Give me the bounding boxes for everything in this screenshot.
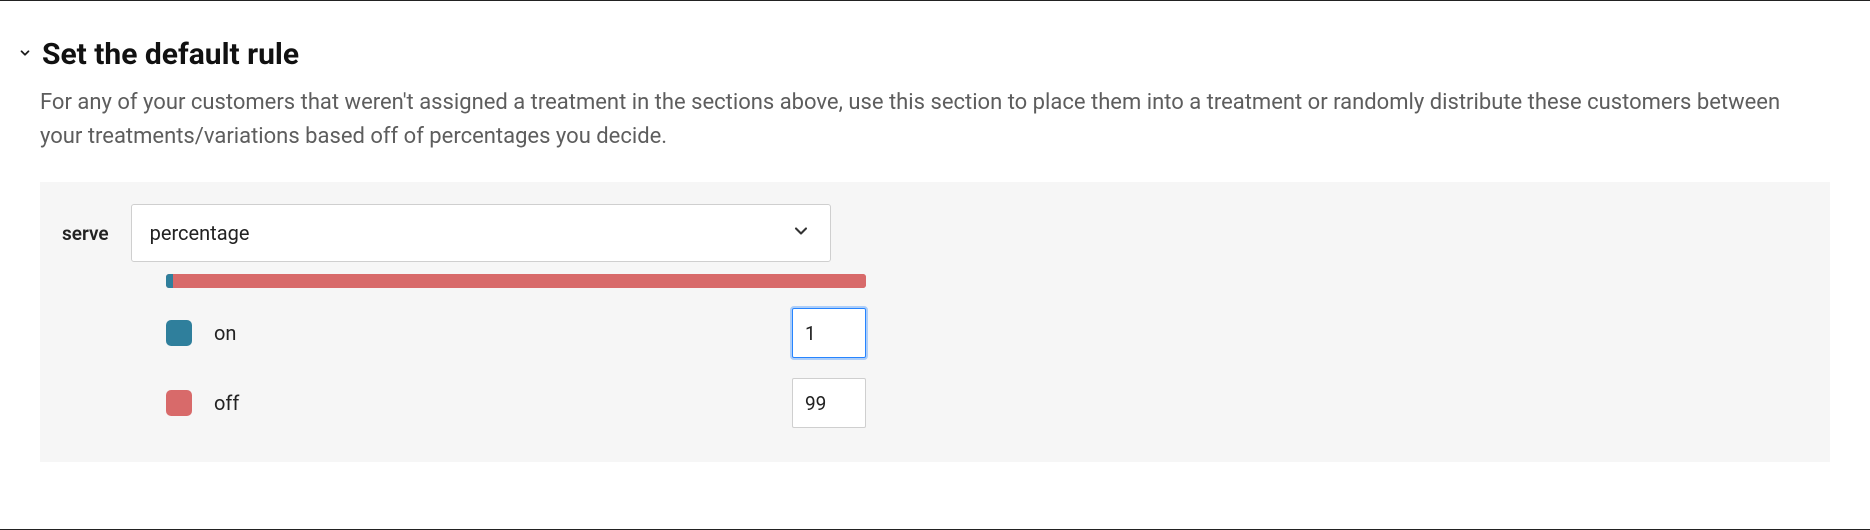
treatment-name: on: [214, 321, 792, 345]
serve-label: serve: [62, 222, 109, 245]
section-title: Set the default rule: [42, 37, 299, 72]
serve-select[interactable]: percentage: [131, 204, 831, 262]
chevron-down-icon: [18, 45, 32, 64]
serve-row: serve percentage: [62, 204, 1808, 262]
allocation-bar-off: [173, 274, 866, 288]
treatment-row-off: off: [166, 378, 866, 428]
serve-select-wrap: percentage: [131, 204, 831, 262]
serve-select-value: percentage: [150, 221, 250, 245]
treatment-swatch-off: [166, 390, 192, 416]
allocation-block: on off: [166, 274, 866, 428]
treatment-name: off: [214, 391, 792, 415]
default-rule-section: Set the default rule For any of your cus…: [0, 0, 1870, 530]
allocation-bar-on: [166, 274, 173, 288]
treatment-row-on: on: [166, 308, 866, 358]
allocation-bar[interactable]: [166, 274, 866, 288]
treatment-percent-input-on[interactable]: [792, 308, 866, 358]
section-description: For any of your customers that weren't a…: [0, 72, 1820, 154]
treatment-swatch-on: [166, 320, 192, 346]
default-rule-panel: serve percentage on: [40, 182, 1830, 462]
section-header[interactable]: Set the default rule: [0, 37, 1870, 72]
treatment-percent-input-off[interactable]: [792, 378, 866, 428]
